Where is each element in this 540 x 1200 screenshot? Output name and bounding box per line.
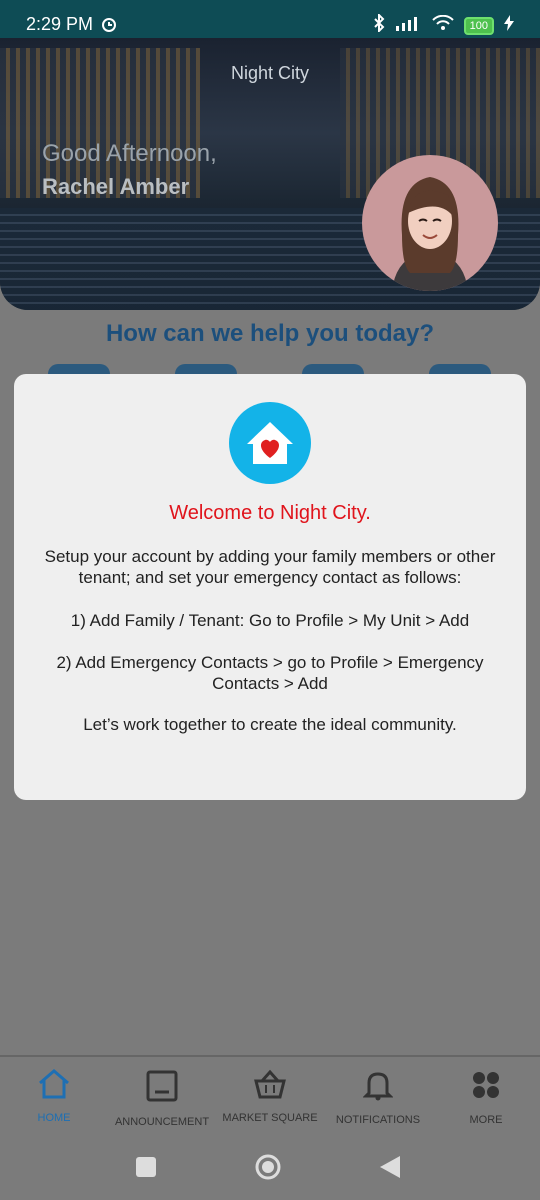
- announcement-icon: [145, 1070, 179, 1107]
- welcome-dialog: Welcome to Night City. Setup your accoun…: [14, 374, 526, 800]
- nav-announcement[interactable]: ANNOUNCEMENT: [108, 1069, 216, 1128]
- nav-label: NOTIFICATIONS: [335, 1114, 421, 1126]
- nav-label: MARKET SQUARE: [222, 1112, 318, 1124]
- home-icon: [37, 1069, 71, 1103]
- nav-label: HOME: [37, 1112, 71, 1124]
- grid-dots-icon: [470, 1072, 502, 1105]
- nav-label: ANNOUNCEMENT: [114, 1116, 210, 1128]
- nav-label: MORE: [469, 1114, 503, 1126]
- dialog-step-1: 1) Add Family / Tenant: Go to Profile > …: [70, 611, 470, 630]
- modal-overlay[interactable]: Welcome to Night City. Setup your accoun…: [0, 0, 540, 1055]
- back-button[interactable]: [380, 1156, 400, 1183]
- home-button[interactable]: [255, 1154, 281, 1185]
- bottom-nav: HOME ANNOUNCEMENT MARKET SQUARE NOTIFICA…: [0, 1055, 540, 1141]
- dialog-closing-text: Let’s work together to create the ideal …: [83, 715, 457, 734]
- nav-notifications[interactable]: NOTIFICATIONS: [324, 1069, 432, 1126]
- system-nav-bar: [0, 1139, 540, 1200]
- nav-market-square[interactable]: MARKET SQUARE: [216, 1069, 324, 1124]
- bell-icon: [362, 1072, 394, 1105]
- nav-home[interactable]: HOME: [0, 1069, 108, 1124]
- recent-apps-button[interactable]: [136, 1157, 156, 1182]
- home-heart-icon: [229, 402, 311, 484]
- dialog-title: Welcome to Night City.: [169, 502, 371, 524]
- nav-more[interactable]: MORE: [432, 1069, 540, 1126]
- dialog-step-2: 2) Add Emergency Contacts > go to Profil…: [56, 653, 484, 693]
- dialog-intro-text: Setup your account by adding your family…: [44, 547, 496, 587]
- basket-icon: [252, 1069, 288, 1103]
